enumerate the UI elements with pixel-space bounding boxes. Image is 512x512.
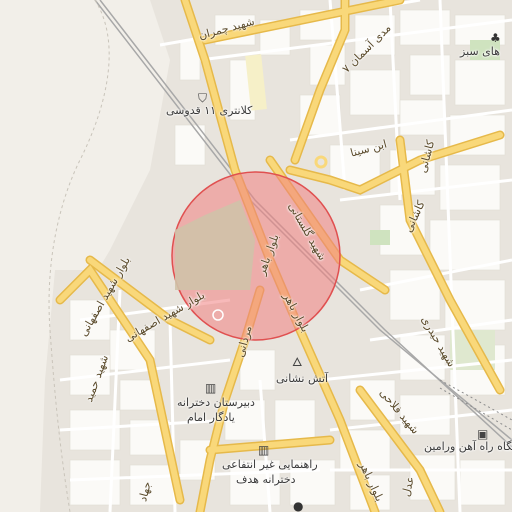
poi-label-school-2b: دخترانه هدف [236, 473, 296, 486]
poi-label-school-1b: یادگار امام [187, 411, 235, 424]
poi-label-school-2: راهنمایی غیر انتفاعی [222, 458, 318, 471]
school-icon[interactable]: ▥ [205, 382, 216, 394]
map-canvas[interactable] [0, 0, 512, 512]
tree-icon[interactable]: ♣ [490, 32, 501, 44]
poi-label-police: کلانتری ۱۱ قدوسی [166, 104, 253, 117]
green-area-2 [370, 230, 390, 245]
fire-station-icon[interactable]: 🜂 [292, 356, 303, 368]
school-icon-2[interactable]: ▥ [258, 444, 269, 456]
poi-label-school-1: دبیرستان دخترانه [177, 396, 255, 409]
rail-station-icon[interactable]: ▣ [477, 428, 488, 440]
police-station-icon[interactable]: ⛉ [198, 92, 207, 104]
poi-label-fire: آتش نشانی [276, 372, 329, 385]
map-view[interactable]: شهید چمران ۷ مدی آسمان کلانتری ۱۱ قدوسی … [0, 0, 512, 512]
poi-label-rail-station: ایستگاه راه آهن ورامین [424, 440, 512, 453]
poi-dot-icon[interactable]: ● [293, 500, 303, 512]
poi-label-green: های سبز [460, 45, 500, 58]
